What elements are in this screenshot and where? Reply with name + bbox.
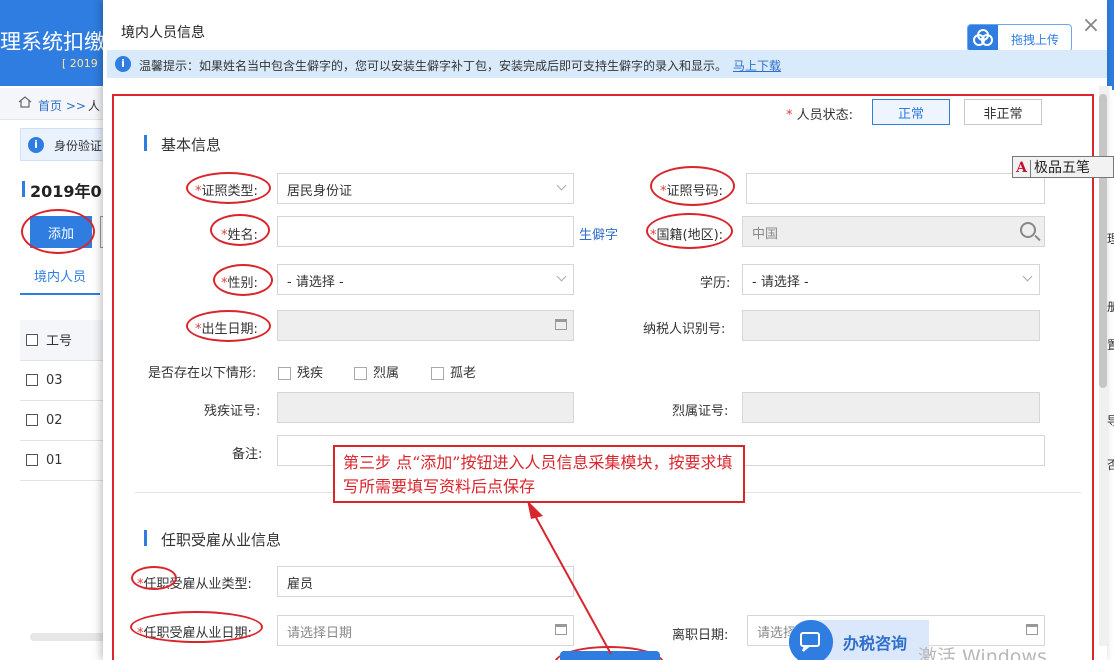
table-row[interactable]: 03 xyxy=(20,360,110,401)
app-subtitle: [ 2019 xyxy=(62,57,98,70)
row-id: 01 xyxy=(46,440,110,481)
tax-consult-button[interactable]: 办税咨询 xyxy=(789,620,929,660)
info-icon: i xyxy=(28,137,44,153)
edge-text: 册 xyxy=(1107,300,1114,314)
table-row[interactable]: 02 xyxy=(20,400,110,441)
horizontal-scrollbar[interactable] xyxy=(30,633,108,641)
breadcrumb-current: 人 xyxy=(88,99,101,113)
edge-text: 否 xyxy=(1107,458,1114,472)
row-id: 03 xyxy=(46,360,110,401)
edge-text: 置 xyxy=(1107,338,1114,352)
table-header-row: 工号 xyxy=(20,320,110,361)
ime-a-icon[interactable]: A xyxy=(1013,160,1031,177)
annotation-oval-add xyxy=(21,209,95,254)
select-all-checkbox[interactable] xyxy=(26,333,38,346)
ime-label[interactable]: 极品五笔 xyxy=(1031,160,1090,176)
personnel-table: 工号 03 02 01 xyxy=(20,320,110,481)
breadcrumb: 首页 >> 人 xyxy=(0,88,120,120)
edge-text: 导 xyxy=(1107,414,1114,428)
identity-info-text: 身份验证 xyxy=(54,139,103,153)
row-checkbox[interactable] xyxy=(26,374,38,386)
column-header-id: 工号 xyxy=(46,320,110,361)
tab-domestic-personnel[interactable]: 境内人员 xyxy=(20,266,100,295)
edge-text: 理 xyxy=(1107,232,1114,246)
year-title: 2019年0 xyxy=(22,178,102,202)
annotation-arrow xyxy=(527,500,612,655)
ime-toolbar[interactable]: A 极品五笔 xyxy=(1012,156,1114,178)
tax-consult-label: 办税咨询 xyxy=(843,634,908,653)
row-id: 02 xyxy=(46,400,110,441)
table-row[interactable]: 01 xyxy=(20,440,110,481)
chat-icon xyxy=(789,620,833,660)
home-icon[interactable] xyxy=(18,96,32,108)
breadcrumb-home[interactable]: 首页 >> xyxy=(38,97,86,114)
row-checkbox[interactable] xyxy=(26,454,38,466)
windows-activation-watermark: 激活 Windows xyxy=(918,646,1047,660)
step-three-callout: 第三步 点“添加”按钮进入人员信息采集模块，按要求填写所需要填写资料后点保存 xyxy=(333,445,745,503)
row-checkbox[interactable] xyxy=(26,414,38,426)
personnel-info-dialog: 境内人员信息 拖拽上传 × i 温馨提示：如果姓名当中包含生僻字的，您可以安装生… xyxy=(103,0,1107,660)
